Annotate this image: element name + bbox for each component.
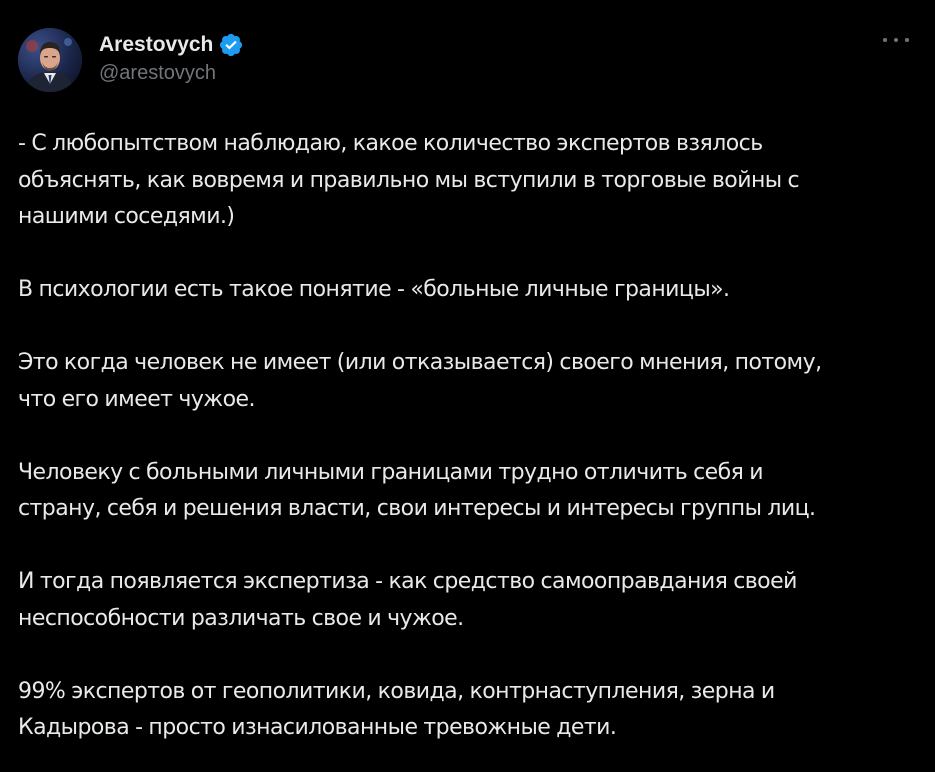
name-row: Arestovych	[99, 32, 244, 58]
tweet-header: Arestovych @arestovych	[18, 28, 917, 96]
tweet-paragraph: В психологии есть такое понятие - «больн…	[18, 277, 730, 302]
author-handle[interactable]: @arestovych	[99, 62, 244, 85]
tweet-paragraph: 99% экспертов от геополитики, ковида, ко…	[18, 678, 775, 741]
tweet-text: - С любопытством наблюдаю, какое количес…	[18, 126, 917, 747]
more-dot	[894, 38, 898, 42]
more-dot	[883, 38, 887, 42]
more-dot	[905, 38, 909, 42]
tweet-paragraph: Это когда человек не имеет (или отказыва…	[18, 350, 822, 412]
tweet-paragraph: - С любопытством наблюдаю, какое количес…	[18, 131, 800, 229]
author-block: Arestovych @arestovych	[99, 32, 244, 85]
avatar[interactable]	[18, 28, 82, 92]
tweet-paragraph: Человеку с больными личными границами тр…	[18, 459, 816, 522]
avatar-photo	[18, 28, 82, 92]
author-display-name[interactable]: Arestovych	[99, 33, 213, 57]
tweet: Arestovych @arestovych - С любопытством …	[0, 0, 935, 772]
more-horizontal-icon[interactable]	[883, 30, 909, 50]
tweet-paragraph: И тогда появляется экспертиза - как сред…	[18, 569, 797, 631]
verified-badge-icon[interactable]	[218, 32, 244, 58]
